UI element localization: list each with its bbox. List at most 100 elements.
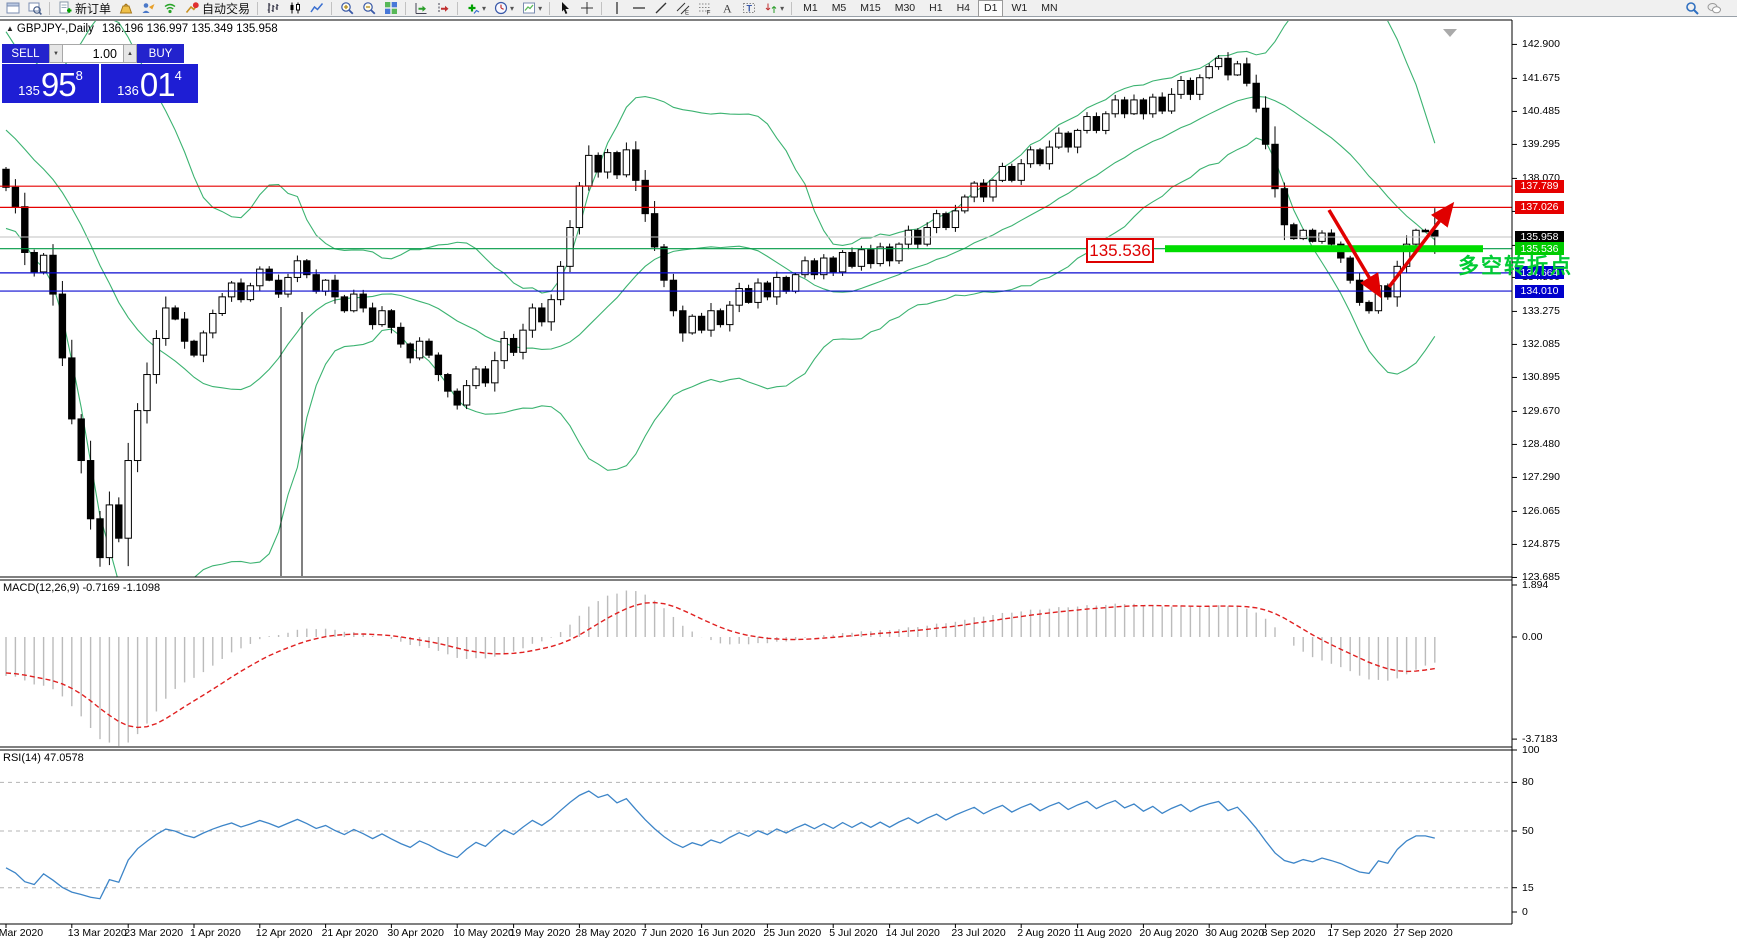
date-tick-label: 11 Aug 2020: [1073, 927, 1132, 939]
toolbar-right-group: [1681, 0, 1725, 17]
candle-body: [1017, 163, 1025, 181]
timeframe-toolbar: M1 M5 M15 M30 H1 H4 D1 W1 MN: [796, 0, 1064, 17]
data-window-button[interactable]: [25, 0, 45, 17]
chat-button[interactable]: [1704, 0, 1724, 17]
tile-windows-button[interactable]: [381, 0, 401, 17]
date-tick-label: 23 Jul 2020: [951, 927, 1006, 939]
timeframe-d1-button[interactable]: D1: [978, 0, 1004, 17]
date-tick-label: 8 Sep 2020: [1261, 927, 1316, 939]
line-chart-button[interactable]: [307, 0, 327, 17]
dropdown-arrow-icon[interactable]: ▾: [538, 4, 542, 13]
zoom-out-button[interactable]: [359, 0, 379, 17]
mt4-terminal: 新订单 自动交易 ▾ ▾ ▾ E F A T ▾ M1 M5 M15 M30 H1 H4 D1 W1 MN ▲ GBP…: [0, 0, 1737, 941]
toolbar-separator: [457, 1, 459, 15]
support-zone-segment[interactable]: [1165, 245, 1483, 253]
buy-button[interactable]: BUY: [137, 44, 184, 63]
timeframe-m15-button[interactable]: M15: [854, 0, 886, 17]
candle-body: [21, 206, 29, 253]
candle-body: [998, 165, 1007, 181]
dropdown-arrow-icon[interactable]: ▾: [510, 4, 514, 13]
indplus-icon: [466, 1, 480, 15]
timeframe-m30-button[interactable]: M30: [889, 0, 921, 17]
equidistant-channel-button[interactable]: E: [673, 0, 693, 17]
timeframe-m5-button[interactable]: M5: [826, 0, 853, 17]
candle-body: [462, 385, 471, 406]
charts-window-button[interactable]: [3, 0, 23, 17]
text-label-button[interactable]: T: [739, 0, 759, 17]
candle-body: [209, 313, 217, 334]
candle-body: [491, 360, 499, 384]
timeframe-h4-button[interactable]: H4: [951, 0, 976, 17]
candle-body: [68, 357, 76, 420]
candle-body: [133, 410, 142, 462]
date-tick-label: 28 May 2020: [575, 927, 637, 939]
timeframe-h1-button[interactable]: H1: [923, 0, 948, 17]
fibonacci-button[interactable]: F: [695, 0, 715, 17]
date-tick-label: 16 Jun 2020: [697, 927, 756, 939]
arrows-button[interactable]: ▾: [761, 0, 787, 17]
trendline-button[interactable]: [651, 0, 671, 17]
buy-price-small: 136: [117, 83, 139, 98]
chart-canvas[interactable]: [0, 17, 1737, 941]
candle-body: [162, 307, 170, 339]
chart-shift-marker[interactable]: [1443, 29, 1457, 37]
auto-scroll-button[interactable]: [411, 0, 431, 17]
ascroll-icon: [414, 1, 428, 15]
buy-price-panel[interactable]: 136 01 4: [101, 64, 198, 103]
dropdown-arrow-icon[interactable]: ▾: [482, 4, 486, 13]
candle-body: [199, 332, 208, 356]
text-button[interactable]: A: [717, 0, 737, 17]
cursor-button[interactable]: [555, 0, 575, 17]
templates-button[interactable]: ▾: [519, 0, 545, 17]
search-button[interactable]: [1682, 0, 1702, 17]
candle-body: [115, 504, 123, 539]
candle-body: [1346, 257, 1354, 281]
candlestick-chart-button[interactable]: [285, 0, 305, 17]
new-order-button[interactable]: 新订单: [55, 0, 114, 17]
publish-button[interactable]: [138, 0, 158, 17]
timeframe-w1-button[interactable]: W1: [1005, 0, 1033, 17]
collapse-icon[interactable]: ▲: [6, 24, 14, 33]
signals-button[interactable]: [160, 0, 180, 17]
crosshair-button[interactable]: [577, 0, 597, 17]
bar-chart-button[interactable]: [263, 0, 283, 17]
timeframe-m1-button[interactable]: M1: [797, 0, 824, 17]
toolbar-group: [554, 0, 598, 17]
candle-body: [594, 154, 602, 173]
candle-body: [1139, 99, 1148, 115]
dropdown-arrow-icon[interactable]: ▾: [780, 4, 784, 13]
timeframe-mn-button[interactable]: MN: [1035, 0, 1063, 17]
deposit-button[interactable]: [116, 0, 136, 17]
sell-price-panel[interactable]: 135 95 8: [2, 64, 99, 103]
autotrading-button[interactable]: 自动交易: [182, 0, 253, 17]
candle-body: [838, 251, 847, 273]
toolbar-group: ▾ ▾ ▾: [462, 0, 546, 17]
price-value-box: 134.010: [1515, 284, 1564, 298]
volume-decrease-button[interactable]: ▼: [49, 44, 63, 63]
volume-increase-button[interactable]: ▲: [123, 44, 137, 63]
chart-shift-button[interactable]: [433, 0, 453, 17]
auto-icon: [185, 1, 199, 15]
candle-body: [763, 282, 772, 298]
indicators-button[interactable]: ▾: [463, 0, 489, 17]
date-tick-label: 4 Mar 2020: [0, 927, 44, 939]
horizontal-line-button[interactable]: [629, 0, 649, 17]
candle-body: [848, 251, 856, 267]
zoom-in-button[interactable]: [337, 0, 357, 17]
toolbar-separator: [549, 1, 551, 15]
candle-body: [961, 196, 969, 212]
candle-body: [857, 249, 866, 267]
price-tick-label: 133.275: [1522, 305, 1560, 318]
sell-button[interactable]: SELL: [2, 44, 49, 63]
candle-body: [124, 460, 132, 539]
candle-body: [1261, 107, 1270, 145]
periods-button[interactable]: ▾: [491, 0, 517, 17]
candle-body: [716, 310, 725, 326]
candle-body: [368, 307, 377, 326]
signal-icon: [163, 1, 177, 15]
vertical-line-button[interactable]: [607, 0, 627, 17]
winq-icon: [28, 1, 42, 15]
date-tick-label: 7 Jun 2020: [641, 927, 694, 939]
volume-input[interactable]: [63, 44, 123, 63]
toolbar-separator: [49, 1, 50, 15]
